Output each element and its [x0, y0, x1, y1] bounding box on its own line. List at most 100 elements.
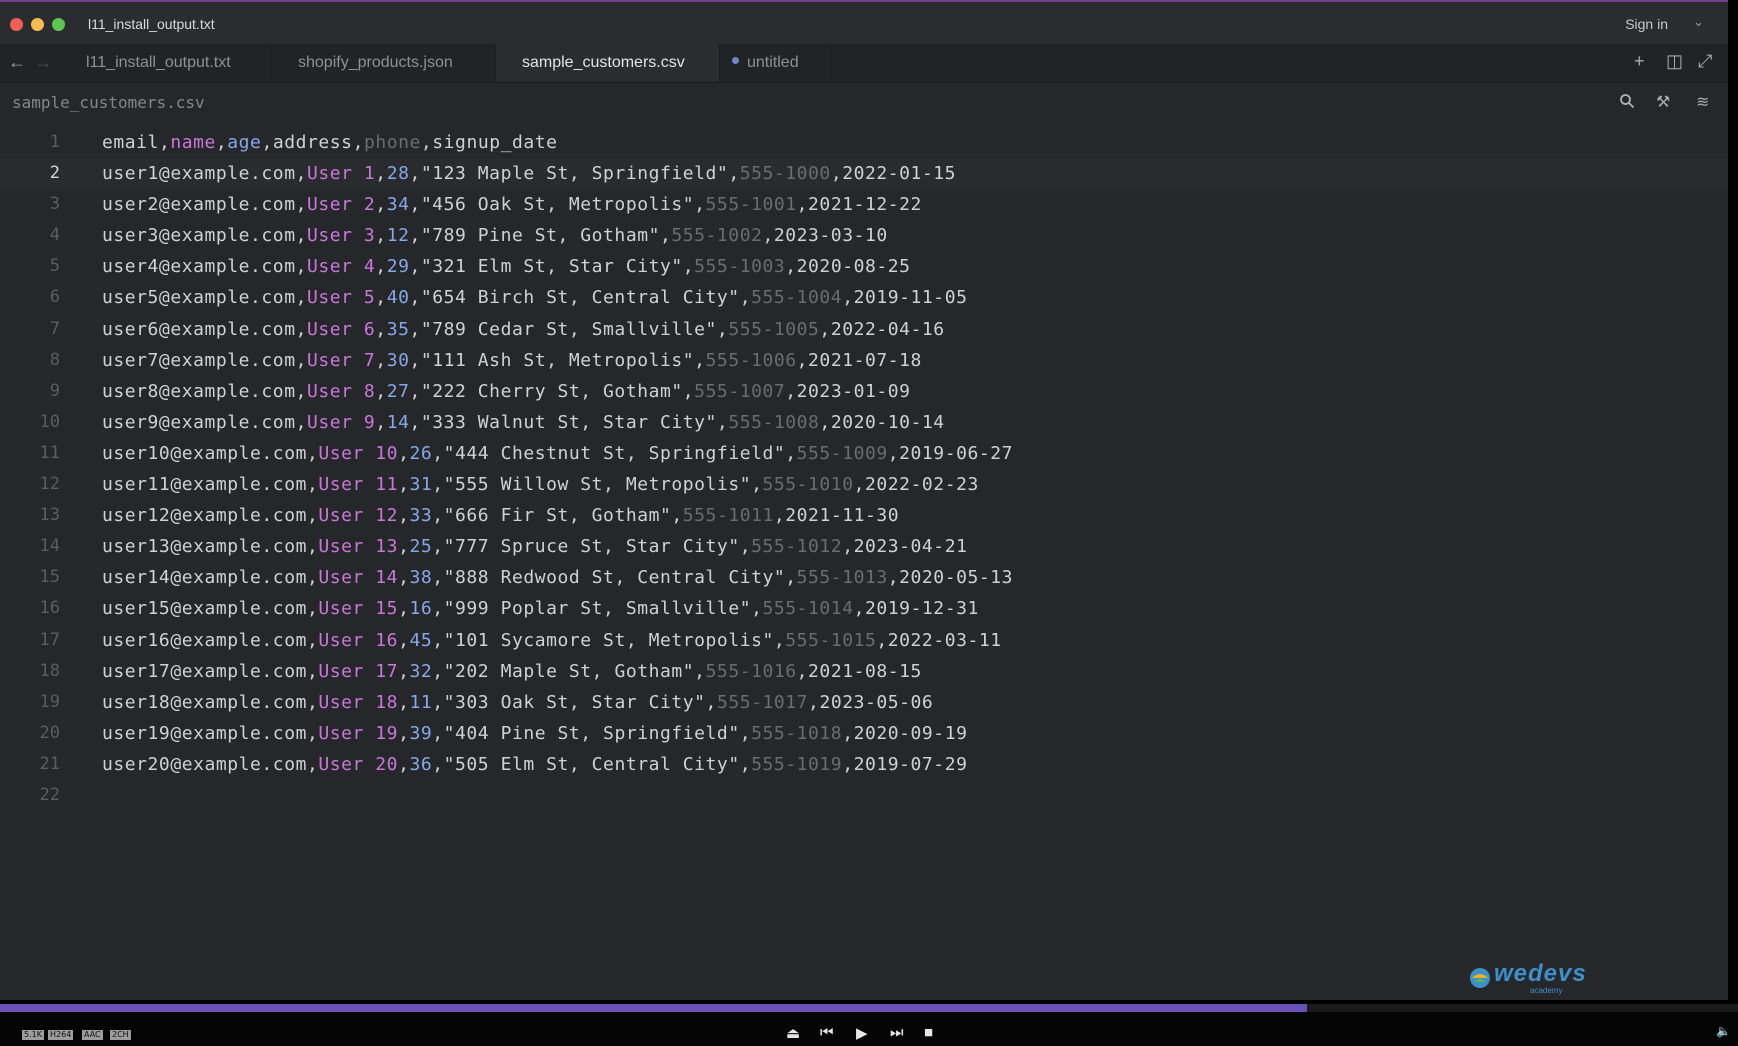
code-line[interactable]: 5 user4@example.com,User 4,29,"321 Elm St…	[0, 251, 1728, 282]
csv-field: 34	[386, 194, 410, 216]
code-line[interactable]: 2 user1@example.com,User 1,28,"123 Maple …	[0, 158, 1728, 190]
code-line[interactable]: 17 user16@example.com,User 16,45,"101 Syc…	[0, 625, 1728, 656]
line-number: 16	[39, 598, 60, 619]
line-text: user13@example.com,User 13,25,"777 Spruc…	[102, 536, 968, 558]
code-line[interactable]: 9 user8@example.com,User 8,27,"222 Cherry…	[0, 376, 1728, 407]
line-text: user20@example.com,User 20,36,"505 Elm S…	[102, 753, 968, 775]
line-text: user17@example.com,User 17,32,"202 Maple…	[102, 660, 922, 682]
code-line[interactable]: 20 user19@example.com,User 19,39,"404 Pin…	[0, 718, 1728, 749]
tab-sample-customers[interactable]: sample_customers.csv	[496, 44, 720, 82]
tab-label: l11_install_output.txt	[86, 54, 231, 71]
csv-field: address	[272, 132, 353, 153]
expand-icon[interactable]: ⤢	[1698, 51, 1712, 72]
minimize-window-button[interactable]	[31, 18, 44, 31]
chevron-down-icon[interactable]: ⌄	[1693, 14, 1704, 30]
csv-field: 2022-01-15	[842, 163, 957, 185]
csv-field: 16	[409, 598, 433, 620]
sign-in-button[interactable]: Sign in	[1625, 16, 1668, 32]
tools-icon[interactable]: ⚒	[1656, 92, 1670, 112]
close-window-button[interactable]	[10, 18, 23, 31]
code-line[interactable]: 3 user2@example.com,User 2,34,"456 Oak St…	[0, 189, 1728, 220]
code-line[interactable]: 13 user12@example.com,User 12,33,"666 Fir…	[0, 500, 1728, 531]
line-number: 11	[39, 442, 60, 463]
line-number: 22	[39, 784, 60, 805]
csv-field: user15@example.com	[102, 598, 307, 620]
csv-field: 40	[386, 287, 410, 309]
csv-field: user1@example.com	[102, 163, 296, 185]
code-line[interactable]: 10 user9@example.com,User 9,14,"333 Walnu…	[0, 407, 1728, 438]
csv-field: User 16	[318, 629, 399, 651]
csv-field: User 20	[318, 753, 399, 775]
eject-icon[interactable]: ⏏	[786, 1024, 800, 1042]
line-text: user7@example.com,User 7,30,"111 Ash St,…	[102, 349, 922, 371]
csv-field: 2020-05-13	[899, 567, 1014, 589]
code-editor[interactable]: 1 email,name,age,address,phone,signup_dat…	[0, 127, 1728, 811]
code-line[interactable]: 12 user11@example.com,User 11,31,"555 Wil…	[0, 469, 1728, 500]
tab-untitled[interactable]: untitled	[720, 44, 832, 82]
code-line[interactable]: 4 user3@example.com,User 3,12,"789 Pine S…	[0, 220, 1728, 251]
code-line[interactable]: 7 user6@example.com,User 6,35,"789 Cedar …	[0, 314, 1728, 345]
csv-field: 2022-03-11	[887, 629, 1002, 651]
csv-field: 555-1000	[739, 163, 831, 185]
csv-field: 31	[409, 474, 433, 496]
search-icon[interactable]	[1619, 93, 1635, 109]
csv-field: "456 Oak St, Metropolis"	[420, 194, 695, 216]
line-text: user5@example.com,User 5,40,"654 Birch S…	[102, 287, 968, 309]
csv-field: 2020-09-19	[853, 722, 968, 744]
path-bar: sample_customers.csv ⚒ ≋	[0, 83, 1728, 121]
arrow-left-icon[interactable]: ←	[8, 52, 26, 73]
code-line[interactable]: 1 email,name,age,address,phone,signup_dat…	[0, 127, 1728, 158]
code-line[interactable]: 18 user17@example.com,User 17,32,"202 Map…	[0, 656, 1728, 687]
zoom-window-button[interactable]	[52, 18, 65, 31]
editor-window: l11_install_output.txt Sign in ⌄ ← → l11…	[0, 0, 1728, 1000]
csv-field: user20@example.com	[102, 753, 307, 775]
csv-field: "202 Maple St, Gotham"	[443, 660, 695, 682]
plus-icon[interactable]: +	[1634, 51, 1645, 72]
line-number: 6	[49, 287, 60, 308]
code-line[interactable]: 21 user20@example.com,User 20,36,"505 Elm…	[0, 749, 1728, 780]
csv-field: User 10	[318, 442, 399, 464]
csv-field: 555-1012	[751, 536, 843, 558]
split-view-icon[interactable]: ◫	[1666, 51, 1683, 72]
arrow-right-icon[interactable]: →	[34, 52, 52, 73]
csv-field: user13@example.com	[102, 536, 307, 558]
line-text: user3@example.com,User 3,12,"789 Pine St…	[102, 225, 888, 247]
csv-field: 27	[386, 380, 410, 402]
csv-field: user6@example.com	[102, 318, 296, 340]
csv-field: 555-1008	[728, 411, 820, 433]
code-line[interactable]: 16 user15@example.com,User 15,16,"999 Pop…	[0, 593, 1728, 624]
csv-field: 2023-05-06	[819, 691, 934, 713]
sliders-icon[interactable]: ≋	[1696, 92, 1709, 112]
tab-shopify-products[interactable]: shopify_products.json	[272, 44, 496, 82]
csv-field: "789 Cedar St, Smallville"	[420, 318, 717, 340]
line-text: user19@example.com,User 19,39,"404 Pine …	[102, 722, 968, 744]
csv-field: 555-1016	[705, 660, 797, 682]
csv-field: "789 Pine St, Gotham"	[420, 225, 660, 247]
logo-text: wedevs	[1494, 960, 1587, 987]
tab-install-output[interactable]: l11_install_output.txt	[60, 44, 272, 82]
previous-icon[interactable]: ⏮	[820, 1024, 834, 1041]
csv-field: user5@example.com	[102, 287, 296, 309]
csv-field: 555-1001	[705, 194, 797, 216]
code-line[interactable]: 14 user13@example.com,User 13,25,"777 Spr…	[0, 531, 1728, 562]
badge-channels: 2CH	[110, 1030, 131, 1040]
code-line[interactable]: 11 user10@example.com,User 10,26,"444 Che…	[0, 438, 1728, 469]
csv-field: 2023-04-21	[853, 536, 968, 558]
video-progress-bar[interactable]	[0, 1004, 1738, 1012]
code-line[interactable]: 15 user14@example.com,User 14,38,"888 Red…	[0, 562, 1728, 593]
next-icon[interactable]: ⏭	[890, 1024, 904, 1041]
csv-field: User 12	[318, 505, 399, 527]
play-icon[interactable]: ▶	[856, 1024, 868, 1042]
csv-field: 2019-11-05	[853, 287, 968, 309]
tab-label: sample_customers.csv	[522, 54, 685, 71]
line-text: user14@example.com,User 14,38,"888 Redwo…	[102, 567, 1014, 589]
code-line[interactable]: 8 user7@example.com,User 7,30,"111 Ash St…	[0, 345, 1728, 376]
csv-field: user8@example.com	[102, 380, 296, 402]
csv-field: 2021-07-18	[808, 349, 922, 371]
code-line[interactable]: 6 user5@example.com,User 5,40,"654 Birch …	[0, 282, 1728, 313]
csv-field: "999 Poplar St, Smallville"	[443, 598, 752, 620]
volume-icon[interactable]: 🔈	[1716, 1024, 1731, 1038]
code-line[interactable]: 22	[0, 780, 1728, 811]
code-line[interactable]: 19 user18@example.com,User 18,11,"303 Oak…	[0, 687, 1728, 718]
stop-icon[interactable]: ■	[924, 1024, 933, 1041]
